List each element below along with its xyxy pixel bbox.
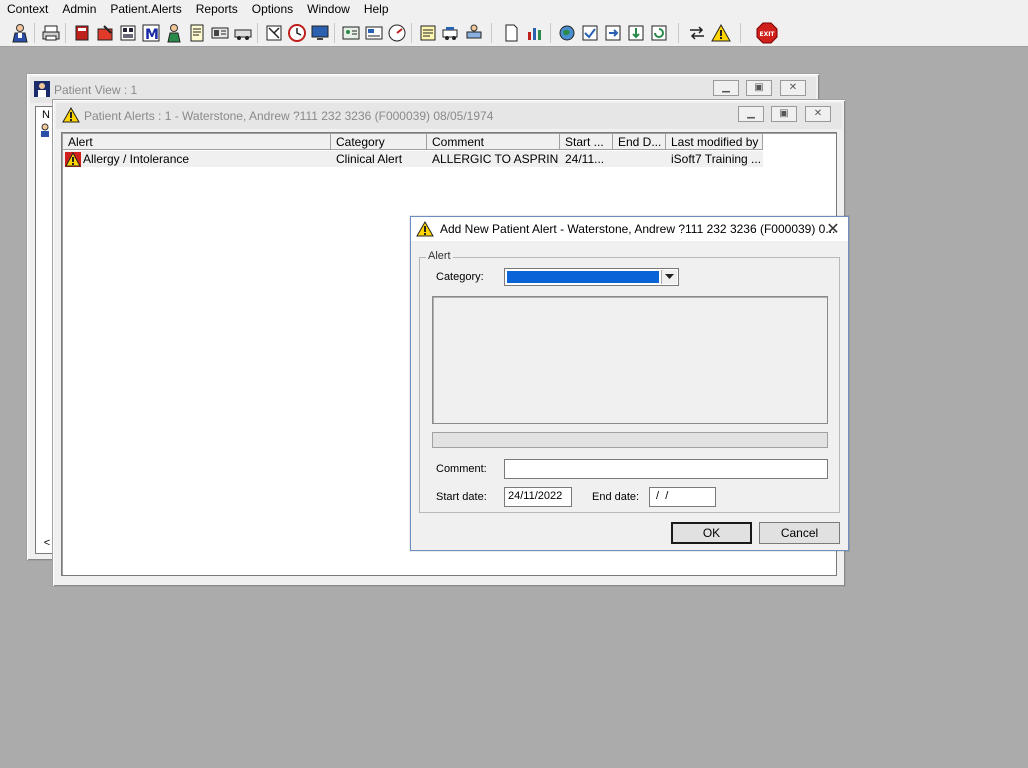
warning-icon[interactable]: [710, 22, 732, 44]
monitor-icon[interactable]: [309, 22, 331, 44]
cell-comment: ALLERGIC TO ASPRIN: [432, 152, 559, 166]
dialog-warning-icon: [416, 221, 434, 237]
patient-alerts-titlebar[interactable]: Patient Alerts : 1 - Waterstone, Andrew …: [56, 103, 842, 129]
menu-admin[interactable]: Admin: [55, 0, 103, 18]
alert-info-strip: [432, 432, 828, 448]
column-header-last-modified[interactable]: Last modified by: [666, 134, 763, 150]
book-red-icon[interactable]: [71, 22, 93, 44]
cell-category: Clinical Alert: [336, 152, 403, 166]
column-header-start[interactable]: Start ...: [560, 134, 613, 150]
vehicle-icon[interactable]: [232, 22, 254, 44]
menu-options[interactable]: Options: [245, 0, 300, 18]
patient-alerts-warning-icon: [62, 106, 80, 126]
globe-icon[interactable]: [556, 22, 578, 44]
comment-input[interactable]: [504, 459, 828, 479]
table-row[interactable]: Allergy / Intolerance Clinical Alert ALL…: [63, 151, 763, 167]
card-list-icon[interactable]: [209, 22, 231, 44]
exit-icon[interactable]: EXIT: [756, 22, 778, 44]
gauge-icon[interactable]: [386, 22, 408, 44]
ok-button[interactable]: OK: [671, 522, 752, 544]
category-selection-highlight: [507, 271, 659, 283]
column-header-category[interactable]: Category: [331, 134, 427, 150]
start-date-label: Start date:: [436, 491, 487, 503]
patient-alerts-close-button[interactable]: ✕: [805, 106, 831, 122]
menu-patient-alerts[interactable]: Patient.Alerts: [103, 0, 188, 18]
check-form-icon[interactable]: [579, 22, 601, 44]
column-header-comment[interactable]: Comment: [427, 134, 560, 150]
dialog-close-button[interactable]: ✕: [818, 217, 848, 241]
cell-end: [613, 151, 666, 167]
m-letter-icon[interactable]: M: [140, 22, 162, 44]
toolbar: M EXIT: [0, 18, 1028, 47]
dialog-title: Add New Patient Alert - Waterstone, Andr…: [440, 222, 836, 236]
blank-document-icon[interactable]: [500, 22, 522, 44]
form-download-icon[interactable]: [625, 22, 647, 44]
category-dropdown[interactable]: [504, 268, 679, 286]
svg-text:M: M: [145, 27, 159, 43]
add-patient-alert-dialog: Add New Patient Alert - Waterstone, Andr…: [410, 216, 849, 551]
menu-window[interactable]: Window: [300, 0, 357, 18]
cell-last-modified: iSoft7 Training ...: [671, 152, 762, 166]
document-grid-icon[interactable]: [117, 22, 139, 44]
menu-help[interactable]: Help: [357, 0, 396, 18]
category-label: Category:: [436, 271, 484, 283]
note-list-icon[interactable]: [417, 22, 439, 44]
patient-alerts-maximize-button[interactable]: ▣: [771, 106, 797, 122]
folder-edit-icon[interactable]: [94, 22, 116, 44]
patient-alerts-title: Patient Alerts : 1 - Waterstone, Andrew …: [84, 109, 494, 123]
patient-view-title: Patient View : 1: [54, 83, 138, 97]
id-card-icon[interactable]: [340, 22, 362, 44]
form-arrow-icon[interactable]: [602, 22, 624, 44]
category-dropdown-arrow[interactable]: [661, 270, 677, 284]
clock-icon[interactable]: [286, 22, 308, 44]
patient-alerts-minimize-button[interactable]: ▁: [738, 106, 764, 122]
menu-context[interactable]: Context: [0, 0, 55, 18]
patient-row-icon: [38, 123, 52, 140]
close-icon: ✕: [826, 221, 840, 238]
form-refresh-icon[interactable]: [648, 22, 670, 44]
alert-groupbox: Alert Category: Comment: Start date: 24/…: [419, 250, 840, 513]
report-card-icon[interactable]: [363, 22, 385, 44]
menu-bar: Context Admin Patient.Alerts Reports Opt…: [0, 0, 1028, 18]
column-header-end[interactable]: End D...: [613, 134, 666, 150]
start-date-input[interactable]: 24/11/2022: [504, 487, 572, 507]
alert-description-box[interactable]: [432, 296, 828, 424]
notepad-icon[interactable]: [186, 22, 208, 44]
svg-text:EXIT: EXIT: [759, 31, 775, 38]
patient-view-minimize-button[interactable]: ▁: [713, 80, 739, 96]
tools-icon[interactable]: [263, 22, 285, 44]
cell-start: 24/11...: [565, 152, 605, 166]
chevron-down-icon: [665, 274, 674, 279]
alerts-list-header: Alert Category Comment Start ... End D..…: [63, 134, 763, 150]
swap-icon[interactable]: [686, 22, 708, 44]
column-header-alert[interactable]: Alert: [63, 134, 331, 150]
patient-view-close-button[interactable]: ✕: [780, 80, 806, 96]
patient-icon[interactable]: [9, 22, 31, 44]
patient-view-maximize-button[interactable]: ▣: [746, 80, 772, 96]
patient-view-column-header: N: [42, 109, 50, 121]
bar-chart-icon[interactable]: [524, 22, 546, 44]
menu-reports[interactable]: Reports: [189, 0, 245, 18]
end-date-label: End date:: [592, 491, 640, 503]
alert-group-label: Alert: [426, 250, 453, 262]
ambulance-icon[interactable]: [440, 22, 462, 44]
cell-alert-text: Allergy / Intolerance: [83, 152, 190, 166]
printer-icon[interactable]: [40, 22, 62, 44]
cancel-button[interactable]: Cancel: [759, 522, 840, 544]
alert-warning-icon: [65, 151, 81, 167]
cell-alert: Allergy / Intolerance: [63, 151, 331, 167]
patient-view-icon: [34, 80, 50, 100]
clinician-icon[interactable]: [163, 22, 185, 44]
comment-label: Comment:: [436, 463, 487, 475]
transfer-icon[interactable]: [463, 22, 485, 44]
end-date-input[interactable]: / /: [649, 487, 716, 507]
dialog-titlebar[interactable]: Add New Patient Alert - Waterstone, Andr…: [411, 217, 848, 241]
